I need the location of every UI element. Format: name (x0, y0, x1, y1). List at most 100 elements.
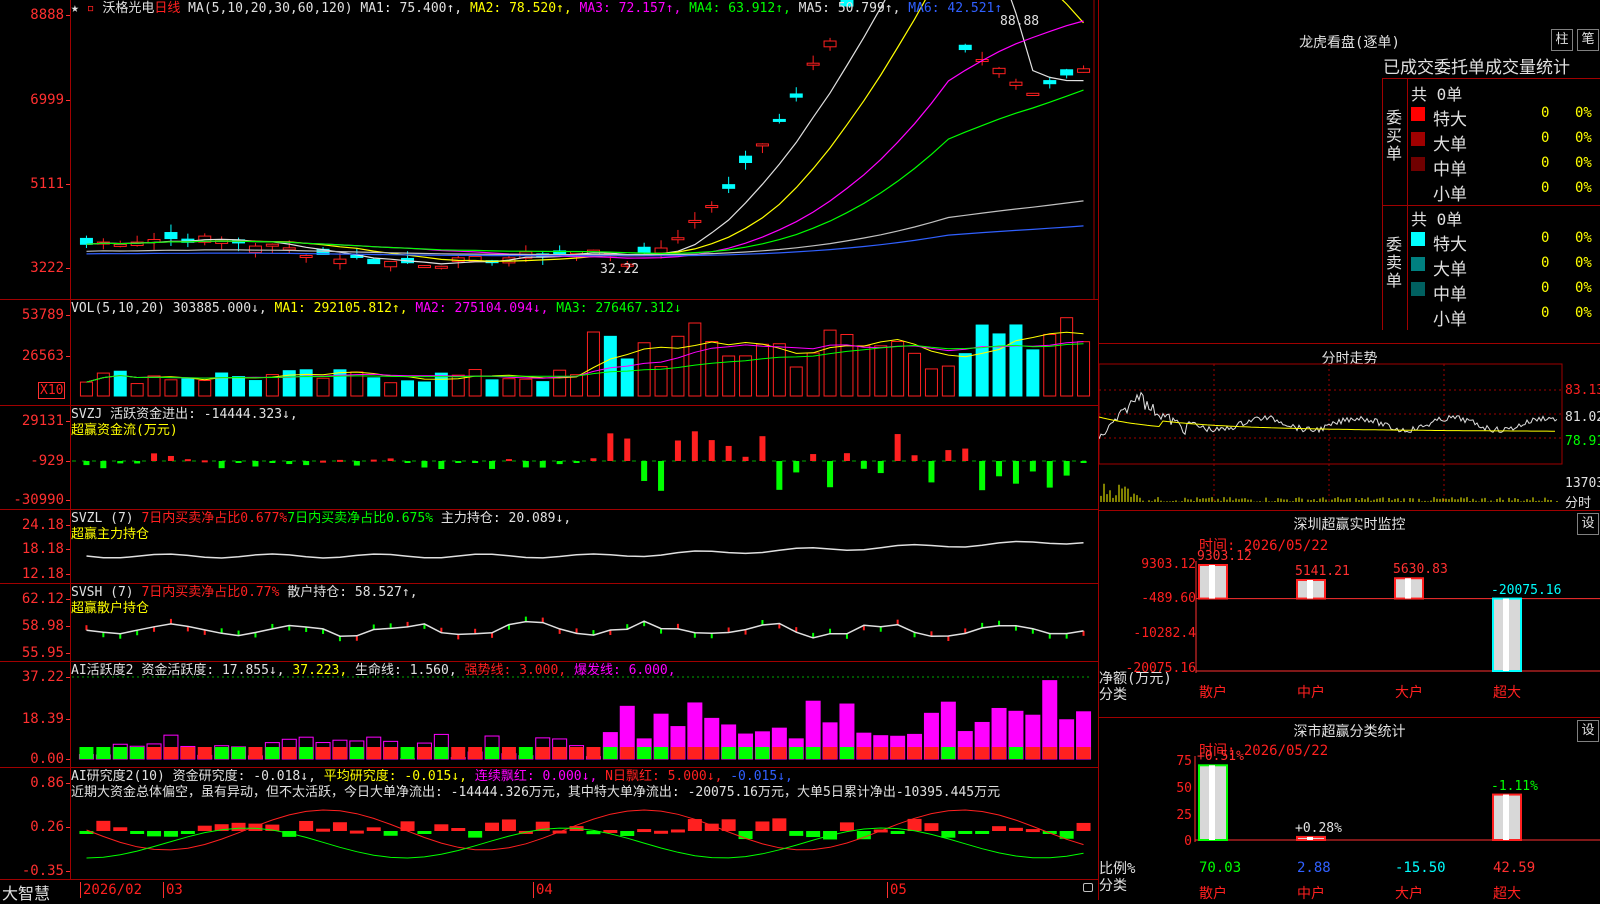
volume-bar (925, 369, 937, 396)
classify-category-label: 中户 (1297, 883, 1325, 903)
flow-bar (675, 441, 681, 461)
flow-bar (895, 434, 901, 461)
vertical-divider (1098, 0, 1099, 900)
flow-bar (709, 440, 715, 461)
order-row-pct: 0% (1575, 155, 1592, 171)
flow-bar (861, 461, 867, 469)
research-bar (992, 826, 1006, 831)
vol-ma1: MA1: 292105.812↑, (275, 301, 408, 316)
period-label[interactable]: 日线 (154, 1, 180, 16)
activity-base-bar (603, 747, 617, 759)
monitor-y-label: -10282.4 (1133, 626, 1196, 641)
monitor-bar-highlight (1209, 565, 1215, 599)
stock-name[interactable]: 沃格光电 (102, 1, 154, 16)
activity-base-bar (654, 747, 668, 759)
volume-bar (385, 383, 397, 396)
tick-mode-button[interactable]: 笔 (1577, 29, 1599, 51)
volume-bar (976, 325, 988, 396)
intraday-avg-line (1099, 417, 1555, 431)
bar-mode-button[interactable]: 柱 (1551, 29, 1573, 51)
price-panel[interactable]: 8888 6999 5111 3222 ★ ▫ 沃格光电日线 MA(5,10,2… (0, 0, 1098, 300)
order-row-name: 特大 (1433, 230, 1467, 255)
svsh-t2: 散户持仓: 58.527↑, (287, 585, 417, 600)
activity-base-bar (181, 747, 195, 759)
activity-base-bar (96, 747, 110, 759)
svzl-panel[interactable]: 24.18 18.18 12.18 SVZL (7) 7日内买卖净占比0.677… (0, 510, 1098, 584)
svsh-panel[interactable]: 62.12 58.98 55.95 SVSH (7) 7日内买卖净占比0.77%… (0, 584, 1098, 662)
volume-bar (182, 379, 194, 396)
flow-bar (759, 436, 765, 461)
classify-category-label: 超大 (1493, 883, 1521, 903)
flow-bar (303, 461, 309, 465)
research-bar (806, 831, 820, 837)
volume-bar (587, 332, 599, 396)
classify-bar-label: +0.51% (1197, 749, 1244, 764)
flow-bar (793, 461, 799, 472)
brand-logo[interactable]: 大智慧 (2, 880, 50, 904)
monitor-bar-highlight (1405, 578, 1411, 598)
research-bar (891, 831, 905, 834)
ma-line-4 (87, 90, 1084, 253)
monitor-bar-chart[interactable] (1099, 511, 1600, 717)
candlestick-chart[interactable] (0, 0, 1098, 299)
ai2-t4: N日飘红: 5.000↓, (605, 769, 722, 784)
activity-base-bar (1077, 747, 1091, 759)
flow-bar (692, 431, 698, 461)
volume-panel[interactable]: 53789 26563 X10 VOL(5,10,20) 303885.000↓… (0, 300, 1098, 406)
research-bar (739, 831, 753, 839)
activity-base-bar (79, 747, 93, 759)
ma-value-5: MA5: 50.799↑, (791, 1, 901, 16)
flow-bar (844, 453, 850, 461)
monitor-bar-label: -20075.16 (1491, 583, 1561, 598)
ai-research-panel[interactable]: 0.86 0.26 -0.35 AI研究度2(10) 资金研究度: -0.018… (0, 768, 1098, 880)
volume-bar (503, 379, 515, 396)
intraday-chart[interactable] (1099, 344, 1600, 510)
candle-body (1078, 69, 1090, 73)
classify-panel[interactable]: 深市超赢分类统计 设 时间: 2026/05/22 75 50 25 0 比例%… (1099, 718, 1600, 900)
flow-bar (810, 454, 816, 461)
svzj-panel[interactable]: 29131 -929 -30990 SVZJ 活跃资金进出: -14444.32… (0, 406, 1098, 510)
svzl-header: SVZL (7) 7日内买卖净占比0.677%7日内买卖净占比0.675% 主力… (71, 511, 571, 543)
volume-bar (1027, 350, 1039, 396)
volume-bar (571, 375, 583, 396)
research-bar (671, 829, 685, 832)
flow-bar (337, 460, 343, 462)
volume-bar (807, 353, 819, 396)
flow-bar (557, 461, 563, 464)
activity-base-bar (536, 747, 550, 759)
intraday-panel[interactable]: 分时走势 83.13 81.02 78.91 13703 分时 (1099, 344, 1600, 511)
legend-swatch (1411, 307, 1425, 321)
research-bar (113, 827, 127, 831)
vol-label: VOL(5,10,20) (71, 301, 165, 316)
ma-params: MA(5,10,20,30,60,120) (188, 1, 352, 16)
intraday-tag: 分时 (1565, 492, 1591, 511)
research-bar (755, 821, 769, 831)
activity-base-bar (840, 747, 854, 759)
monitor-panel[interactable]: 深圳超赢实时监控 设 时间: 2026/05/22 9303.12 -489.6… (1099, 511, 1600, 718)
dragon-tiger-panel[interactable]: 龙虎看盘(逐单) 柱 笔 已成交委托单成交量统计 委买单 共 0单 特大00%大… (1099, 0, 1600, 344)
dragon-subtitle: 已成交委托单成交量统计 (1383, 53, 1570, 78)
order-row-count: 0 (1541, 130, 1549, 146)
flow-bar (252, 461, 258, 466)
intraday-y-label: 81.02 (1565, 410, 1600, 425)
volume-bar (249, 381, 261, 396)
svsh-subtitle: 超赢散户持仓 (71, 601, 149, 616)
candle-body (368, 259, 380, 263)
activity-base-bar (215, 747, 229, 759)
candle-body (706, 206, 718, 208)
order-row-pct: 0% (1575, 105, 1592, 121)
classify-value: 70.03 (1199, 860, 1241, 876)
research-bar (468, 831, 482, 838)
research-bar (722, 819, 736, 831)
flow-bar (1013, 461, 1019, 484)
lock-icon[interactable] (1083, 883, 1093, 892)
volume-bar (621, 359, 633, 396)
flow-bar (1030, 461, 1036, 471)
star-icon[interactable]: ★ (71, 1, 79, 16)
volume-bar (773, 344, 785, 396)
flow-bar (574, 461, 580, 463)
stock-menu-arrow-icon[interactable]: ▫ (87, 1, 95, 16)
ai-activity-panel[interactable]: 37.22 18.39 0.00 AI活跃度2 资金活跃度: 17.855↓, … (0, 662, 1098, 768)
svzj-subtitle: 超赢资金流(万元) (71, 423, 178, 438)
activity-base-bar (806, 747, 820, 759)
